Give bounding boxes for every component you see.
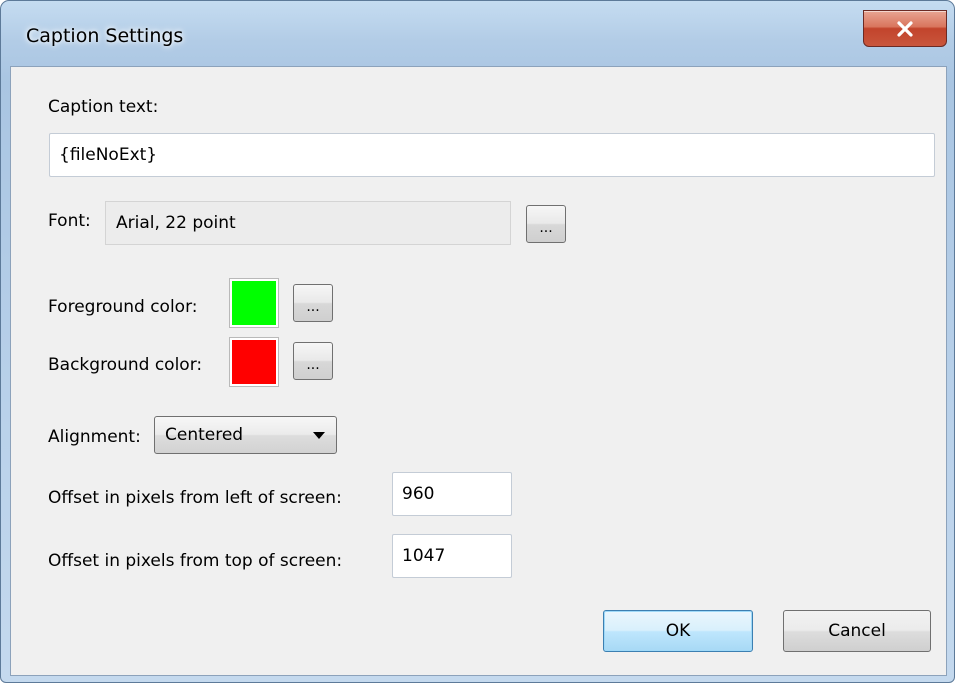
background-color-label: Background color:	[48, 355, 203, 375]
background-color-browse-button[interactable]: ...	[293, 342, 333, 380]
offset-top-input[interactable]: 1047	[392, 534, 512, 578]
font-browse-button[interactable]: ...	[526, 205, 566, 243]
cancel-button-label: Cancel	[828, 621, 886, 641]
caption-text-input[interactable]: {fileNoExt}	[49, 133, 935, 177]
caption-settings-dialog: Caption Settings Caption text: {fileNoEx…	[0, 0, 955, 683]
font-label: Font:	[48, 211, 91, 231]
cancel-button[interactable]: Cancel	[783, 610, 931, 652]
background-browse-label: ...	[306, 357, 320, 373]
offset-left-input[interactable]: 960	[392, 472, 512, 516]
foreground-color-browse-button[interactable]: ...	[293, 284, 333, 322]
ok-button-label: OK	[665, 621, 691, 641]
dropdown-arrow-icon	[313, 432, 325, 439]
close-icon	[897, 20, 913, 37]
close-button[interactable]	[863, 10, 947, 47]
caption-text-label: Caption text:	[48, 97, 159, 117]
background-color-swatch	[229, 337, 279, 387]
font-display: Arial, 22 point	[105, 201, 511, 245]
alignment-label: Alignment:	[48, 427, 141, 447]
foreground-color-swatch	[229, 278, 279, 328]
offset-top-label: Offset in pixels from top of screen:	[48, 551, 343, 571]
foreground-color-label: Foreground color:	[48, 297, 198, 317]
offset-left-label: Offset in pixels from left of screen:	[48, 488, 342, 508]
foreground-browse-label: ...	[306, 299, 320, 315]
dialog-body: Caption text: {fileNoExt} Font: Arial, 2…	[10, 66, 947, 676]
ok-button[interactable]: OK	[603, 610, 753, 652]
alignment-selected-value: Centered	[165, 425, 244, 445]
dialog-title: Caption Settings	[26, 25, 184, 47]
alignment-dropdown[interactable]: Centered	[154, 416, 337, 454]
font-browse-label: ...	[539, 220, 553, 236]
